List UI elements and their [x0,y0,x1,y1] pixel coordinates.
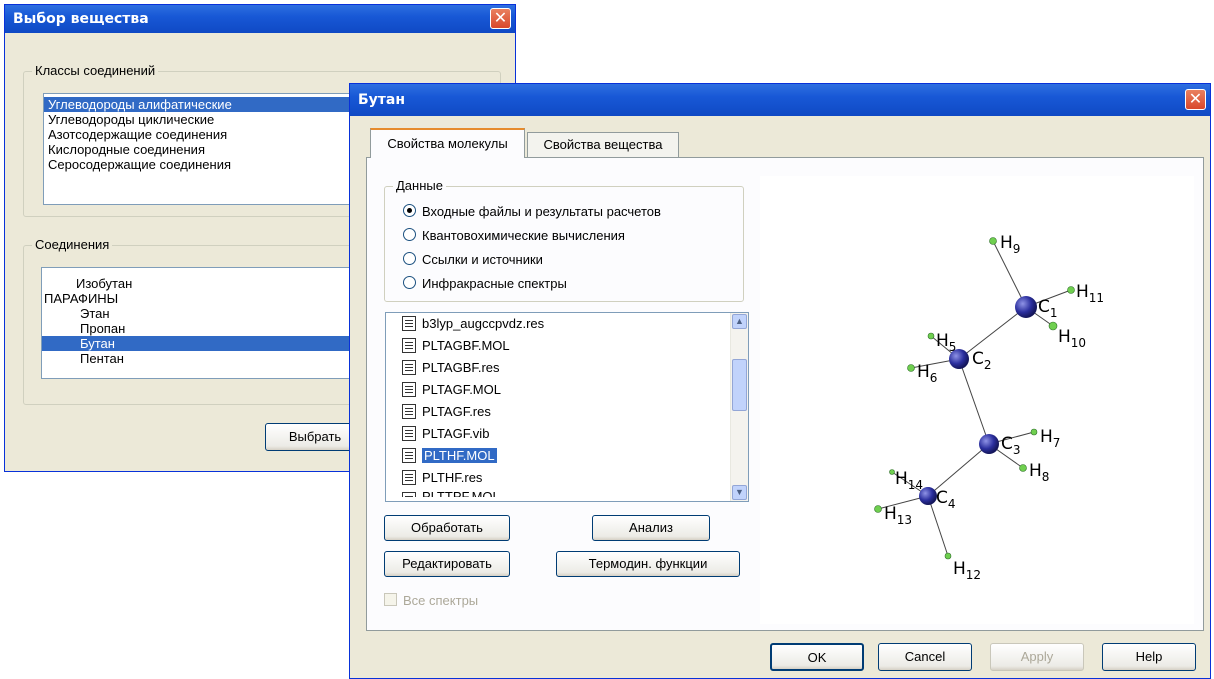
list-item[interactable]: PLTHF.MOL [386,445,748,467]
cancel-button[interactable]: Cancel [878,643,972,671]
document-icon [402,360,416,375]
radio-label: Инфракрасные спектры [422,276,567,291]
atom-label: H13 [884,504,912,527]
help-button[interactable]: Help [1102,643,1196,671]
process-button[interactable]: Обработать [384,515,510,541]
hydrogen-atom [989,237,997,245]
file-name: PLTAGF.MOL [422,382,501,397]
atom-label: H7 [1040,427,1060,450]
scroll-thumb[interactable] [732,359,747,411]
hydrogen-atom [1048,321,1058,331]
file-name: PLTHF.res [422,470,483,485]
carbon-atom [1015,296,1037,318]
file-name: b3lyp_augccpvdz.res [422,316,545,331]
file-name: PLTAGBF.MOL [422,338,510,353]
atom-label: H10 [1058,327,1086,350]
dialog-title: Выбор вещества [13,11,149,27]
list-item[interactable]: PLTHF.res [386,467,748,489]
document-icon [402,404,416,419]
radio-references[interactable]: Ссылки и источники [403,251,543,269]
apply-button[interactable]: Apply [990,643,1084,671]
butane-dialog: Бутан ✕ Свойства молекулы Свойства вещес… [349,83,1211,679]
file-name: PLTAGBF.res [422,360,500,375]
classes-group-label: Классы соединений [32,63,159,78]
hydrogen-atom [1067,286,1075,294]
radio-icon [403,276,416,289]
list-item[interactable]: PLTAGF.MOL [386,379,748,401]
atom-label: H5 [936,331,956,354]
carbon-atom [979,434,999,454]
radio-quantum-calc[interactable]: Квантовохимические вычисления [403,227,625,245]
file-name: PLTAGF.res [422,404,491,419]
dialog-title: Бутан [358,92,406,108]
hydrogen-atom [1019,464,1027,472]
atom-label: H11 [1076,282,1104,305]
radio-ir-spectra[interactable]: Инфракрасные спектры [403,275,567,293]
hydrogen-atom [944,552,952,560]
ok-button[interactable]: OK [770,643,864,671]
atom-label: C4 [936,488,956,511]
radio-icon [403,228,416,241]
file-name: PLTAGF.vib [422,426,490,441]
radio-icon [403,252,416,265]
file-name: PLTTPF.MOL [422,489,500,497]
list-item[interactable]: b3lyp_augccpvdz.res [386,313,748,335]
scrollbar[interactable]: ▲ ▼ [730,313,748,501]
file-list[interactable]: b3lyp_augccpvdz.res PLTAGBF.MOL PLTAGBF.… [385,312,749,502]
data-group: Данные Входные файлы и результаты расчет… [384,178,744,302]
document-icon [402,316,416,331]
atom-label: C3 [1001,434,1021,457]
atom-label: H14 [895,469,923,492]
checkbox-label: Все спектры [403,593,479,608]
atom-label: H9 [1000,233,1020,256]
analysis-button[interactable]: Анализ [592,515,710,541]
data-group-label: Данные [393,178,446,193]
radio-label: Квантовохимические вычисления [422,228,625,243]
radio-input-files[interactable]: Входные файлы и результаты расчетов [403,203,661,221]
scroll-up-icon[interactable]: ▲ [732,314,747,329]
title-bar[interactable]: Выбор вещества ✕ [5,5,515,33]
list-item[interactable]: PLTAGF.res [386,401,748,423]
atom-label: H6 [917,362,937,385]
atom-label: C2 [972,349,992,372]
title-bar[interactable]: Бутан ✕ [350,84,1210,116]
list-item[interactable]: PLTAGBF.MOL [386,335,748,357]
hydrogen-atom [1030,428,1038,436]
hydrogen-atom [889,469,895,475]
document-icon [402,338,416,353]
document-icon [402,470,416,485]
molecule-viewer[interactable]: C1 C2 C3 C4 H5 H6 H7 H8 H9 H10 H11 H12 H… [760,176,1194,624]
atom-label: H12 [953,559,981,582]
close-icon[interactable]: ✕ [1185,89,1206,110]
document-icon [402,492,416,497]
list-item[interactable]: PLTTPF.MOL [386,489,748,497]
radio-label: Ссылки и источники [422,252,543,267]
all-spectra-checkbox[interactable]: Все спектры [384,593,478,609]
document-icon [402,426,416,441]
tab-substance-properties[interactable]: Свойства вещества [527,132,679,158]
document-icon [402,448,416,463]
scroll-down-icon[interactable]: ▼ [732,485,747,500]
radio-selected-icon [403,204,416,217]
compounds-group-label: Соединения [32,237,113,252]
edit-button[interactable]: Редактировать [384,551,510,577]
atom-label: H8 [1029,461,1049,484]
checkbox-icon [384,593,397,606]
molecule-structure: C1 C2 C3 C4 H5 H6 H7 H8 H9 H10 H11 H12 H… [874,233,1104,582]
hydrogen-atom [874,505,882,513]
atom-label: C1 [1038,297,1058,320]
radio-label: Входные файлы и результаты расчетов [422,204,661,219]
tab-molecule-properties[interactable]: Свойства молекулы [370,128,525,158]
close-icon[interactable]: ✕ [490,8,511,29]
hydrogen-atom [927,332,935,340]
list-item[interactable]: PLTAGF.vib [386,423,748,445]
file-name: PLTHF.MOL [422,448,497,463]
document-icon [402,382,416,397]
thermo-functions-button[interactable]: Термодин. функции [556,551,740,577]
list-item[interactable]: PLTAGBF.res [386,357,748,379]
hydrogen-atom [907,364,915,372]
